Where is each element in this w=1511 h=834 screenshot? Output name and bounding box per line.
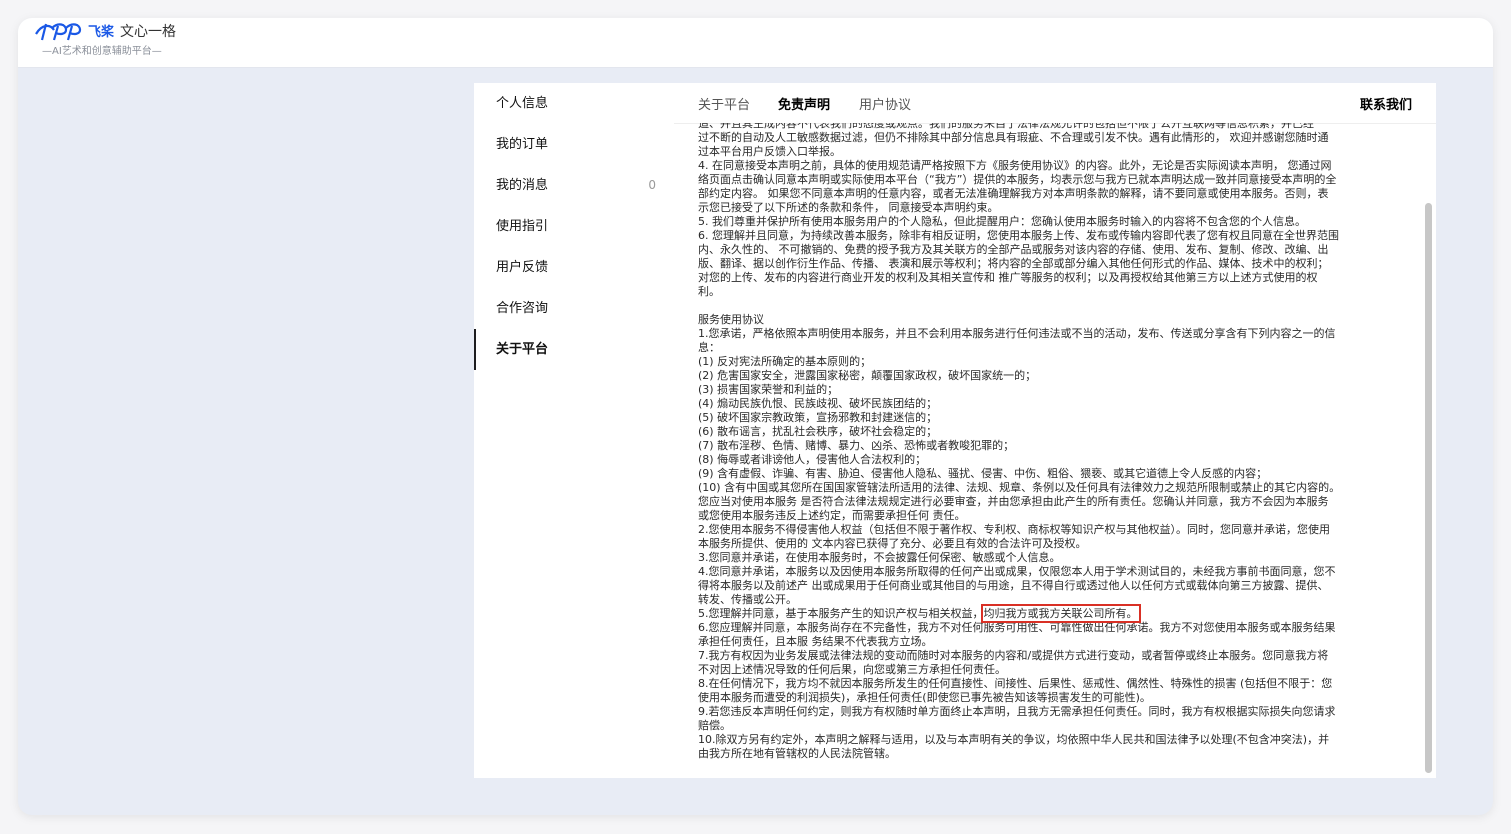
content-line: (7) 散布淫秽、色情、赌博、暴力、凶杀、恐怖或者教唆犯罪的；	[698, 439, 1015, 452]
disclaimer-content: 造、并且其生成内容不代表我们的态度或观点。我们的服务来自于法律法规允许的包括但不…	[698, 123, 1398, 773]
content-line: (4) 煽动民族仇恨、民族歧视、破坏民族团结的；	[698, 397, 938, 410]
content-line: 版、翻译、据以创作衍生作品、传播、 表演和展示等权利；将内容的全部或部分编入其他…	[698, 257, 1329, 270]
content-line: 8.在任何情况下，我方均不就因本服务所发生的任何直接性、间接性、后果性、惩戒性、…	[698, 677, 1333, 690]
content-line: 对您的上传、发布的内容进行商业开发的权利及其相关宣传和 推广等服务的权利；以及再…	[698, 271, 1318, 284]
sidebar-item-label: 使用指引	[496, 219, 549, 234]
content-line: 息：	[698, 341, 720, 354]
content-line: 2.您使用本服务不得侵害他人权益（包括但不限于著作权、专利权、商标权等知识产权与…	[698, 523, 1330, 536]
tab-bar: 关于平台 免责声明 用户协议 联系我们	[674, 83, 1436, 124]
content-line: 6.您应理解并同意，本服务尚存在不完备性，我方不对任何服务可用性、可靠性做出任何…	[698, 621, 1336, 634]
content-line: 过不断的自动及人工敏感数据过滤，但仍不排除其中部分信息具有瑕疵、不合理或引发不快…	[698, 131, 1329, 144]
content-line: 得将本服务以及前述产 出或成果用于任何商业或其他目的与用途，且不得自行或透过他人…	[698, 579, 1329, 592]
content-line: 9.若您违反本声明任何约定，则我方有权随时单方面终止本声明，且我方无需承担任何责…	[698, 705, 1336, 718]
content-line: 内、永久性的、 不可撤销的、免费的授予我方及其关联方的全部产品或服务对该内容的存…	[698, 243, 1329, 256]
clause-5-line: 5.您理解并同意，基于本服务产生的知识产权与相关权益，均归我方或我方关联公司所有…	[698, 604, 1398, 623]
sidebar-item-label: 我的订单	[496, 137, 549, 152]
contact-us-link[interactable]: 联系我们	[1360, 94, 1412, 113]
top-header: 飞桨 文心一格 —AI艺术和创意辅助平台—	[18, 18, 1493, 68]
sidebar-item-label: 关于平台	[496, 342, 549, 357]
brand-name: 飞桨	[88, 25, 115, 40]
content-line: (6) 散布谣言，扰乱社会秩序，破坏社会稳定的；	[698, 425, 938, 438]
message-count-badge: 0	[648, 178, 656, 192]
sidebar-item-orders[interactable]: 我的订单	[474, 124, 674, 165]
disclaimer-text: 造、并且其生成内容不代表我们的态度或观点。我们的服务来自于法律法规允许的包括但不…	[698, 123, 1398, 761]
content-line: 由我方所在地有管辖权的人民法院管辖。	[698, 747, 896, 760]
content-line: 1.您承诺，严格依照本声明使用本服务，并且不会利用本服务进行任何违法或不当的活动…	[698, 327, 1336, 340]
content-line: (10) 含有中国或其您所在国国家管辖法所适用的法律、法规、规章、条例以及任何具…	[698, 481, 1341, 494]
sidebar-item-label: 合作咨询	[496, 301, 549, 316]
sidebar-item-guide[interactable]: 使用指引	[474, 206, 674, 247]
content-line: (9) 含有虚假、诈骗、有害、胁迫、侵害他人隐私、骚扰、侵害、中伤、粗俗、猥亵、…	[698, 467, 1268, 480]
brand-tagline: —AI艺术和创意辅助平台—	[42, 46, 162, 57]
content-line: (5) 破坏国家宗教政策，宣扬邪教和封建迷信的；	[698, 411, 938, 424]
content-line: (3) 损害国家荣誉和利益的；	[698, 383, 839, 396]
clause-5-text: 5.您理解并同意，基于本服务产生的知识产权与相关权益，	[698, 607, 984, 620]
content-line: 服务使用协议	[698, 313, 764, 326]
tab-about-platform[interactable]: 关于平台	[698, 94, 750, 113]
content-line: 本服务所提供、使用的 文本内容已获得了充分、必要且有效的合法许可及授权。	[698, 537, 1087, 550]
content-line: 4. 在同意接受本声明之前，具体的使用规范请严格按照下方《服务使用协议》的内容。…	[698, 159, 1332, 172]
sidebar-item-cooperation[interactable]: 合作咨询	[474, 288, 674, 329]
sidebar-item-label: 用户反馈	[496, 260, 549, 275]
sidebar-item-label: 个人信息	[496, 96, 549, 111]
tab-user-agreement[interactable]: 用户协议	[859, 94, 911, 113]
content-line: 造、并且其生成内容不代表我们的态度或观点。我们的服务来自于法律法规允许的包括但不…	[698, 123, 1314, 130]
tab-disclaimer[interactable]: 免责声明	[778, 94, 830, 113]
content-line: 络页面点击确认同意本声明或实际使用本平台（“我方”）提供的本服务，均表示您与我方…	[698, 173, 1337, 186]
content-line: 不对因上述情况导致的任何后果，向您或第三方承担任何责任。	[698, 663, 1006, 676]
content-line: (2) 危害国家安全，泄露国家秘密，颠覆国家政权，破坏国家统一的；	[698, 369, 1037, 382]
content-line: 6. 您理解并且同意，为持续改善本服务，除非有相反证明，您使用本服务上传、发布或…	[698, 229, 1339, 242]
content-line: 7.我方有权因为业务发展或法律法规的变动而随时对本服务的内容和/或提供方式进行变…	[698, 649, 1329, 662]
content-line: 5. 我们尊重并保护所有使用本服务用户的个人隐私，但此提醒用户：您确认使用本服务…	[698, 215, 1306, 228]
content-line: 4.您同意并承诺，本服务以及因使用本服务所取得的任何产出或成果，仅限您本人用于学…	[698, 565, 1336, 578]
content-line: 示您已接受了以下所述的条款和条件， 同意接受本声明约束。	[698, 201, 999, 214]
content-line: 或您使用本服务违反上述约定，而需要承担任何 责任。	[698, 509, 966, 522]
content-line: 10.除双方另有约定外，本声明之解释与适用，以及与本声明有关的争议，均依照中华人…	[698, 733, 1330, 746]
sidebar-item-feedback[interactable]: 用户反馈	[474, 247, 674, 288]
content-line: 承担任何责任，且本服 务结果不代表我方立场。	[698, 635, 933, 648]
content-line: 利。	[698, 285, 720, 298]
content-line: 使用本服务而遭受的利润损失)，承担任何责任(即使您已事先被告知该等损害发生的可能…	[698, 691, 1151, 704]
content-line: (8) 侮辱或者诽谤他人，侵害他人合法权利的；	[698, 453, 927, 466]
app-window: 飞桨 文心一格 —AI艺术和创意辅助平台— 个人信息 我的订单 我的消息 0 使…	[18, 18, 1493, 815]
paddle-logo-icon	[35, 23, 82, 41]
sidebar-item-about[interactable]: 关于平台	[474, 329, 674, 370]
content-line: 过本平台用户反馈入口举报。	[698, 145, 841, 158]
content-line: 转发、传播或公开。	[698, 593, 797, 606]
content-scrollbar[interactable]	[1425, 203, 1432, 773]
content-line: 部约定内容。 如果您不同意本声明的任意内容，或者无法准确理解我方对本声明条款的解…	[698, 187, 1329, 200]
content-line: 3.您同意并承诺，在使用本服务时，不会披露任何保密、敏感或个人信息。	[698, 551, 1061, 564]
highlighted-ownership-text: 均归我方或我方关联公司所有。	[980, 604, 1141, 623]
main-panel: 关于平台 免责声明 用户协议 联系我们 造、并且其生成内容不代表我们的态度或观点…	[674, 83, 1436, 778]
sidebar-item-messages[interactable]: 我的消息 0	[474, 165, 674, 206]
content-line: (1) 反对宪法所确定的基本原则的；	[698, 355, 872, 368]
content-line: 您应当对使用本服务 是否符合法律法规规定进行必要审查，并由您承担由此产生的所有责…	[698, 495, 1329, 508]
sidebar-item-label: 我的消息	[496, 178, 549, 193]
product-name: 文心一格	[120, 24, 176, 40]
sidebar-item-profile[interactable]: 个人信息	[474, 83, 674, 124]
content-line: 赔偿。	[698, 719, 731, 732]
scrollbar-thumb[interactable]	[1425, 203, 1432, 773]
sidebar: 个人信息 我的订单 我的消息 0 使用指引 用户反馈 合作咨询 关于平台	[474, 83, 674, 778]
